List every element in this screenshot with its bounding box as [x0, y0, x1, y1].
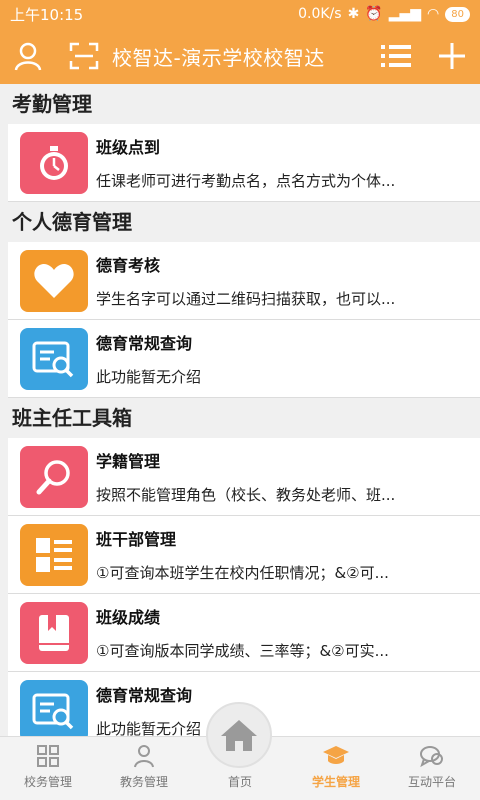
item-desc: 按照不能管理角色（校长、教务处老师、班... [96, 486, 396, 504]
section-title-attendance: 考勤管理 [0, 84, 480, 124]
item-name: 学籍管理 [96, 452, 161, 471]
nav-teaching-affairs[interactable]: 教务管理 [96, 737, 192, 800]
battery-indicator: 80 [445, 6, 470, 22]
item-name: 德育常规查询 [96, 334, 193, 353]
list-item-student-records[interactable]: 学籍管理 按照不能管理角色（校长、教务处老师、班... [8, 438, 480, 516]
network-speed: 0.0K/s [298, 6, 342, 22]
item-desc: 学生名字可以通过二维码扫描获取，也可以... [96, 290, 396, 308]
list-item-class-cadres[interactable]: 班干部管理 ①可查询本班学生在校内任职情况；&②可... [8, 516, 480, 594]
list-item-moral-query[interactable]: 德育常规查询 此功能暂无介绍 [8, 320, 480, 398]
item-desc: 此功能暂无介绍 [96, 720, 202, 736]
list-item-class-grades[interactable]: 班级成绩 ①可查询版本同学成绩、三率等；&②可实... [8, 594, 480, 672]
signal-icon: ▂▄▆ [388, 6, 422, 22]
graduation-cap-icon [322, 743, 350, 769]
item-desc: 此功能暂无介绍 [96, 368, 202, 386]
top-bar: 校智达-演示学校校智达 [0, 28, 480, 84]
nav-label: 教务管理 [119, 775, 168, 789]
item-name: 班干部管理 [96, 530, 177, 549]
menu-list-icon[interactable] [368, 28, 424, 84]
chat-icon [419, 743, 445, 769]
user-icon[interactable] [0, 28, 56, 84]
list-grid-icon [20, 523, 88, 586]
item-desc: ①可查询版本同学成绩、三率等；&②可实... [96, 642, 389, 660]
item-desc: ①可查询本班学生在校内任职情况；&②可... [96, 564, 389, 582]
stopwatch-icon [20, 131, 88, 194]
status-bar: 上午10:15 0.0K/s ✱ ⏰ ▂▄▆ ◠ 80 [0, 0, 480, 28]
person-icon [132, 743, 156, 769]
search-card-icon [20, 327, 88, 390]
item-name: 德育考核 [96, 256, 161, 275]
grid-icon [36, 743, 60, 769]
section-title-toolbox: 班主任工具箱 [0, 398, 480, 438]
bluetooth-icon: ✱ [347, 6, 360, 22]
magnifier-icon [20, 445, 88, 508]
nav-student-management[interactable]: 学生管理 [288, 737, 384, 800]
scan-icon[interactable] [56, 28, 112, 84]
item-name: 德育常规查询 [96, 686, 193, 705]
status-time: 上午10:15 [10, 5, 84, 24]
main-content[interactable]: 考勤管理 班级点到 任课老师可进行考勤点名，点名方式为个体... 个人德育管理 … [0, 84, 480, 736]
nav-school-affairs[interactable]: 校务管理 [0, 737, 96, 800]
home-icon [221, 720, 257, 751]
page-title: 校智达-演示学校校智达 [112, 45, 325, 70]
section-title-moral: 个人德育管理 [0, 202, 480, 242]
wifi-icon: ◠ [427, 6, 440, 22]
home-button[interactable] [206, 702, 272, 768]
item-name: 班级成绩 [96, 608, 161, 627]
heart-icon [20, 249, 88, 312]
alarm-icon: ⏰ [365, 6, 383, 22]
list-item-moral-assessment[interactable]: 德育考核 学生名字可以通过二维码扫描获取，也可以... [8, 242, 480, 320]
item-desc: 任课老师可进行考勤点名，点名方式为个体... [96, 172, 396, 190]
nav-interaction-platform[interactable]: 互动平台 [384, 737, 480, 800]
search-card-icon [20, 679, 88, 736]
bookmark-book-icon [20, 601, 88, 664]
nav-label: 互动平台 [407, 775, 456, 789]
nav-label: 学生管理 [311, 775, 360, 789]
list-item-class-rollcall[interactable]: 班级点到 任课老师可进行考勤点名，点名方式为个体... [8, 124, 480, 202]
item-name: 班级点到 [96, 138, 161, 157]
nav-label: 校务管理 [23, 775, 72, 789]
add-icon[interactable] [424, 28, 480, 84]
nav-label: 首页 [227, 775, 252, 789]
